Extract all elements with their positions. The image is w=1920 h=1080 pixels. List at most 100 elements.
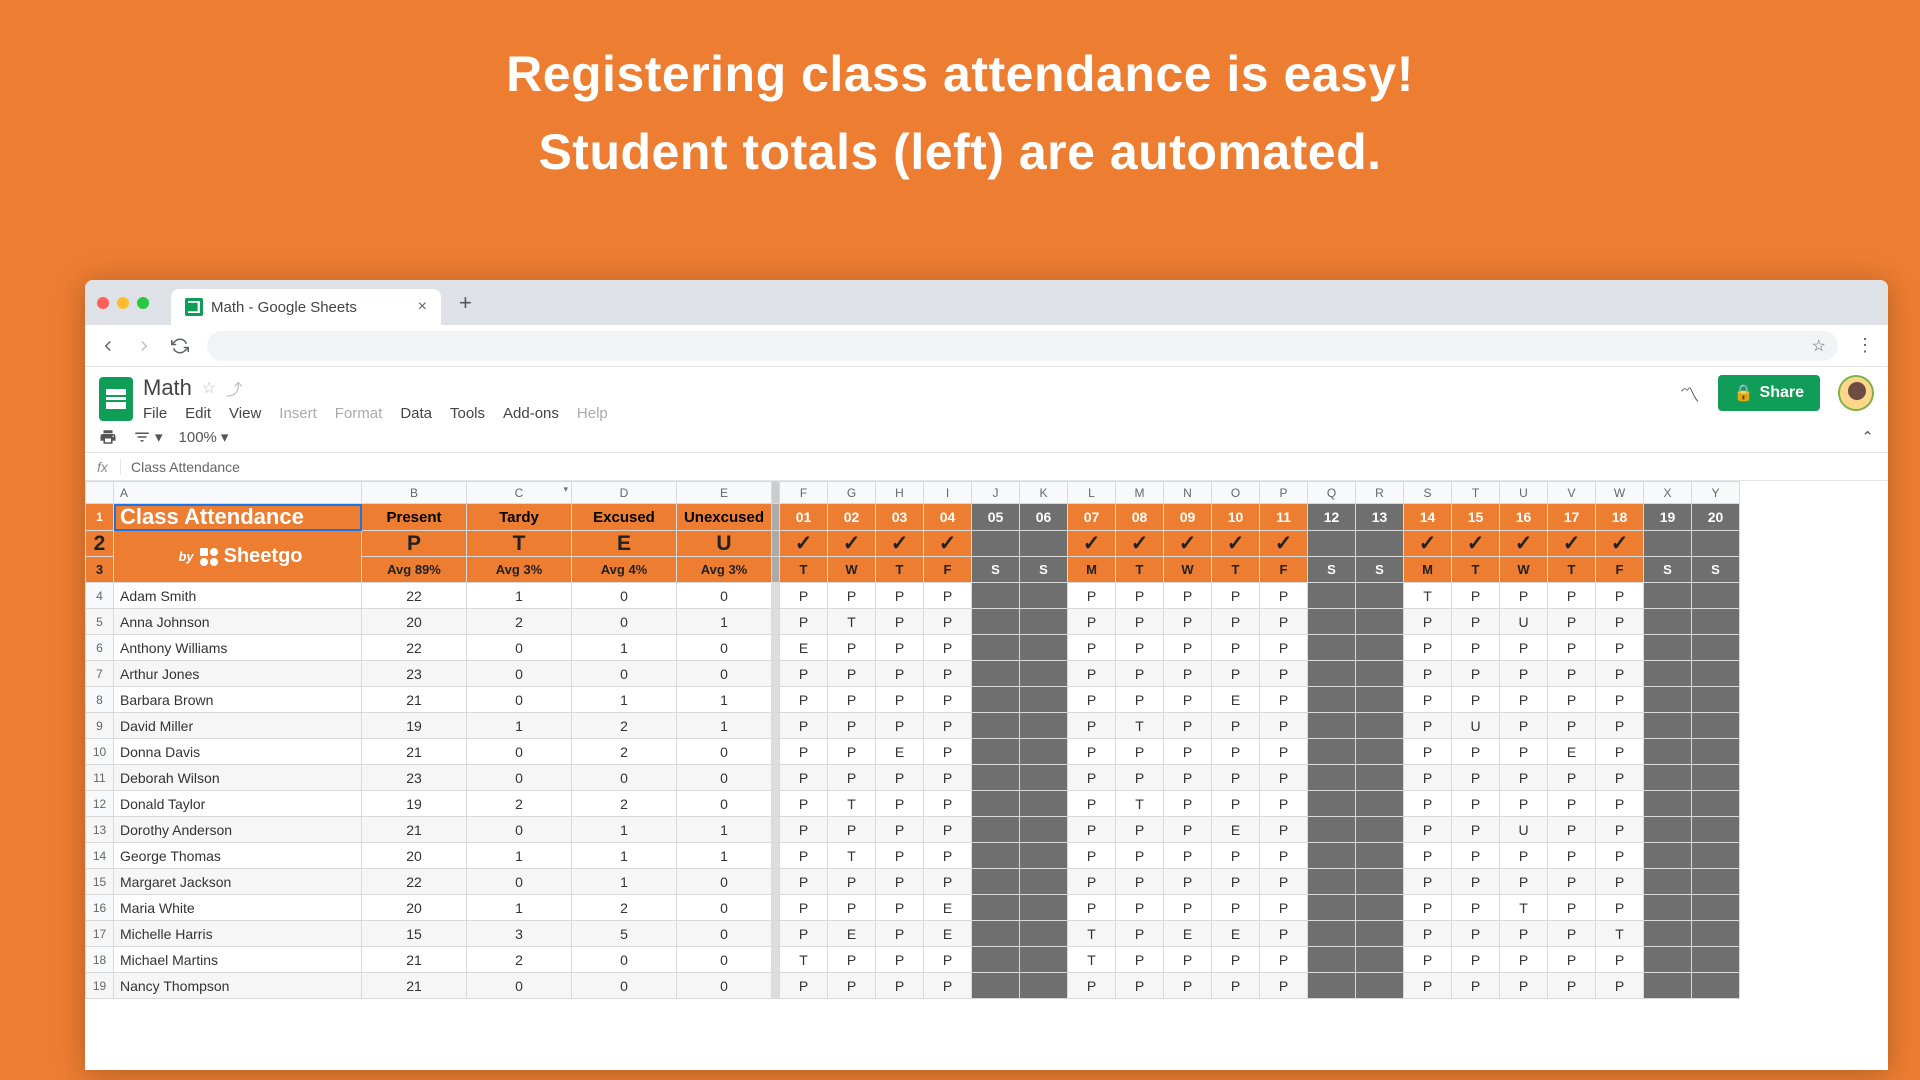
attendance-cell[interactable]: P xyxy=(1452,635,1500,661)
column-header[interactable]: I xyxy=(924,482,972,504)
attendance-cell[interactable]: P xyxy=(1452,609,1500,635)
attendance-cell[interactable]: P xyxy=(1548,895,1596,921)
stat-cell[interactable]: 0 xyxy=(467,973,572,999)
document-title[interactable]: Math xyxy=(143,375,192,401)
attendance-cell[interactable] xyxy=(1020,661,1068,687)
attendance-cell[interactable]: P xyxy=(1164,765,1212,791)
attendance-cell[interactable]: P xyxy=(924,687,972,713)
stat-cell[interactable]: 20 xyxy=(362,609,467,635)
stat-cell[interactable]: 0 xyxy=(677,791,772,817)
weekend-cell[interactable] xyxy=(1020,531,1068,557)
gap[interactable] xyxy=(772,609,780,635)
stat-cell[interactable]: 1 xyxy=(677,817,772,843)
attendance-cell[interactable]: P xyxy=(1260,583,1308,609)
attendance-cell[interactable] xyxy=(1020,791,1068,817)
attendance-cell[interactable] xyxy=(1644,843,1692,869)
attendance-cell[interactable] xyxy=(1644,817,1692,843)
dow-cell[interactable]: S xyxy=(1308,557,1356,583)
attendance-cell[interactable]: P xyxy=(1260,609,1308,635)
student-name[interactable]: Donna Davis xyxy=(114,739,362,765)
attendance-cell[interactable]: P xyxy=(1212,895,1260,921)
weekend-cell[interactable] xyxy=(972,531,1020,557)
attendance-cell[interactable]: P xyxy=(1164,817,1212,843)
attendance-cell[interactable]: P xyxy=(1596,609,1644,635)
attendance-cell[interactable]: T xyxy=(828,791,876,817)
attendance-cell[interactable] xyxy=(1692,869,1740,895)
reload-button[interactable] xyxy=(171,337,189,355)
attendance-cell[interactable] xyxy=(1308,947,1356,973)
star-document-icon[interactable]: ☆ xyxy=(202,378,216,398)
attendance-cell[interactable]: P xyxy=(876,609,924,635)
check-icon[interactable]: ✓ xyxy=(780,531,828,557)
attendance-cell[interactable] xyxy=(1020,869,1068,895)
attendance-cell[interactable]: P xyxy=(1212,609,1260,635)
attendance-cell[interactable]: P xyxy=(1116,947,1164,973)
attendance-cell[interactable] xyxy=(1644,687,1692,713)
column-header[interactable]: R xyxy=(1356,482,1404,504)
stat-cell[interactable]: 0 xyxy=(677,947,772,973)
check-icon[interactable]: ✓ xyxy=(1260,531,1308,557)
attendance-cell[interactable]: P xyxy=(876,921,924,947)
attendance-cell[interactable]: P xyxy=(1596,869,1644,895)
day-header[interactable]: 04 xyxy=(924,504,972,531)
attendance-cell[interactable]: P xyxy=(1404,869,1452,895)
dow-cell[interactable]: F xyxy=(1260,557,1308,583)
attendance-cell[interactable] xyxy=(1644,713,1692,739)
attendance-cell[interactable]: P xyxy=(780,869,828,895)
attendance-cell[interactable]: P xyxy=(876,895,924,921)
day-header[interactable]: 17 xyxy=(1548,504,1596,531)
day-header[interactable]: 18 xyxy=(1596,504,1644,531)
column-header[interactable]: M xyxy=(1116,482,1164,504)
attendance-cell[interactable]: P xyxy=(924,713,972,739)
attendance-cell[interactable]: T xyxy=(780,947,828,973)
row-header[interactable]: 16 xyxy=(86,895,114,921)
dow-cell[interactable]: S xyxy=(1692,557,1740,583)
day-header[interactable]: 19 xyxy=(1644,504,1692,531)
attendance-cell[interactable] xyxy=(1356,817,1404,843)
column-header[interactable]: D xyxy=(572,482,677,504)
stat-cell[interactable]: 0 xyxy=(572,609,677,635)
attendance-cell[interactable]: P xyxy=(1500,765,1548,791)
attendance-cell[interactable]: P xyxy=(1068,895,1116,921)
url-input[interactable]: ☆ xyxy=(207,331,1838,361)
check-icon[interactable]: ✓ xyxy=(1068,531,1116,557)
attendance-cell[interactable]: P xyxy=(1596,817,1644,843)
stat-cell[interactable]: 1 xyxy=(677,609,772,635)
attendance-cell[interactable] xyxy=(1356,635,1404,661)
stat-cell[interactable]: 21 xyxy=(362,739,467,765)
attendance-cell[interactable]: P xyxy=(1212,713,1260,739)
attendance-cell[interactable]: P xyxy=(1404,765,1452,791)
avg-cell[interactable]: Avg 3% xyxy=(467,557,572,583)
stat-cell[interactable]: 0 xyxy=(677,635,772,661)
row-header[interactable]: 5 xyxy=(86,609,114,635)
dow-cell[interactable]: W xyxy=(1164,557,1212,583)
stat-cell[interactable]: 1 xyxy=(677,843,772,869)
attendance-cell[interactable]: P xyxy=(1068,869,1116,895)
attendance-cell[interactable]: P xyxy=(1548,765,1596,791)
attendance-cell[interactable]: P xyxy=(1452,765,1500,791)
column-header[interactable]: J xyxy=(972,482,1020,504)
attendance-cell[interactable]: P xyxy=(1452,947,1500,973)
attendance-cell[interactable]: P xyxy=(1404,921,1452,947)
column-header[interactable]: Q xyxy=(1308,482,1356,504)
attendance-cell[interactable]: P xyxy=(1212,739,1260,765)
stat-cell[interactable]: 0 xyxy=(677,661,772,687)
attendance-cell[interactable]: P xyxy=(1212,765,1260,791)
stat-cell[interactable]: 2 xyxy=(572,895,677,921)
day-header[interactable]: 09 xyxy=(1164,504,1212,531)
attendance-cell[interactable]: P xyxy=(1116,895,1164,921)
attendance-cell[interactable]: P xyxy=(1260,661,1308,687)
attendance-cell[interactable]: P xyxy=(876,973,924,999)
stat-cell[interactable]: 0 xyxy=(467,635,572,661)
attendance-cell[interactable]: P xyxy=(924,661,972,687)
check-icon[interactable]: ✓ xyxy=(1596,531,1644,557)
stat-cell[interactable]: 19 xyxy=(362,791,467,817)
column-header[interactable]: G xyxy=(828,482,876,504)
stat-cell[interactable]: 2 xyxy=(467,947,572,973)
gap[interactable] xyxy=(772,843,780,869)
gap[interactable] xyxy=(772,869,780,895)
dow-cell[interactable]: S xyxy=(1356,557,1404,583)
attendance-cell[interactable]: P xyxy=(924,973,972,999)
attendance-cell[interactable] xyxy=(1356,583,1404,609)
stat-cell[interactable]: 0 xyxy=(677,765,772,791)
